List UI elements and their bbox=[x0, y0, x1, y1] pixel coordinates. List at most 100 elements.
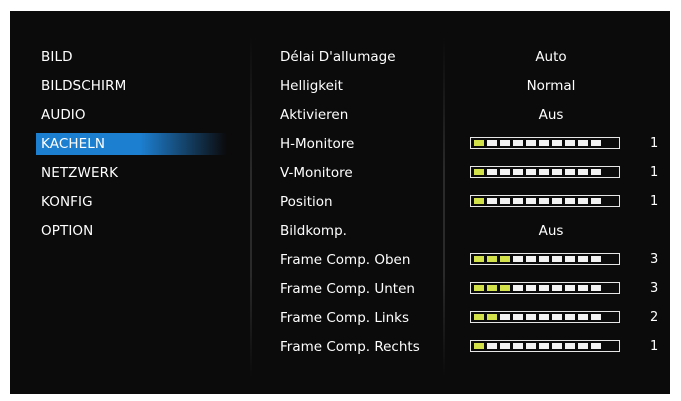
level-slider[interactable] bbox=[470, 166, 620, 178]
slider-segment bbox=[591, 285, 601, 291]
slider-segment bbox=[552, 256, 562, 262]
slider-segment-active bbox=[474, 314, 484, 320]
slider-segment bbox=[539, 198, 549, 204]
level-slider[interactable] bbox=[470, 282, 620, 294]
setting-value[interactable]: Aus bbox=[480, 220, 622, 242]
level-slider[interactable] bbox=[470, 340, 620, 352]
setting-label: Aktivieren bbox=[280, 107, 349, 123]
slider-segment bbox=[539, 314, 549, 320]
slider-segment bbox=[539, 285, 549, 291]
slider-segment bbox=[578, 314, 588, 320]
slider-segment bbox=[513, 285, 523, 291]
setting-label: Helligkeit bbox=[280, 78, 343, 94]
menu-item-konfig[interactable]: KONFIG bbox=[36, 191, 226, 213]
slider-segment bbox=[565, 314, 575, 320]
slider-segment-active bbox=[500, 285, 510, 291]
slider-segment bbox=[513, 256, 523, 262]
slider-segment-active bbox=[474, 285, 484, 291]
slider-segment bbox=[500, 343, 510, 349]
menu-item-bild[interactable]: BILD bbox=[36, 46, 226, 68]
menu-item-audio[interactable]: AUDIO bbox=[36, 104, 226, 126]
slider-segment-active bbox=[474, 140, 484, 146]
setting-value[interactable]: Auto bbox=[480, 46, 622, 68]
setting-value[interactable]: Normal bbox=[480, 75, 622, 97]
slider-segment bbox=[565, 198, 575, 204]
level-value: 1 bbox=[650, 136, 659, 151]
slider-segment bbox=[539, 169, 549, 175]
slider-segment bbox=[487, 169, 497, 175]
level-value: 3 bbox=[650, 252, 659, 267]
slider-segment bbox=[591, 256, 601, 262]
slider-segment bbox=[565, 169, 575, 175]
slider-segment bbox=[526, 314, 536, 320]
slider-segment bbox=[513, 169, 523, 175]
setting-row-h-monitore[interactable]: H-Monitore 1 bbox=[280, 133, 670, 155]
slider-segment bbox=[526, 256, 536, 262]
setting-row-helligkeit[interactable]: Helligkeit Normal bbox=[280, 75, 670, 97]
slider-segment bbox=[487, 343, 497, 349]
slider-segment bbox=[487, 198, 497, 204]
slider-segment bbox=[565, 285, 575, 291]
slider-segment bbox=[500, 314, 510, 320]
level-value: 2 bbox=[650, 310, 659, 325]
menu-item-kacheln[interactable]: KACHELN bbox=[36, 133, 226, 155]
setting-label: Frame Comp. Oben bbox=[280, 252, 411, 268]
setting-row-frame-comp-links[interactable]: Frame Comp. Links 2 bbox=[280, 307, 670, 329]
slider-segment bbox=[578, 285, 588, 291]
slider-segment bbox=[591, 169, 601, 175]
main-menu: BILD BILDSCHIRM AUDIO KACHELN NETZWERK K… bbox=[36, 46, 226, 249]
slider-segment-active bbox=[474, 169, 484, 175]
level-slider[interactable] bbox=[470, 137, 620, 149]
level-slider[interactable] bbox=[470, 253, 620, 265]
setting-row-v-monitore[interactable]: V-Monitore 1 bbox=[280, 162, 670, 184]
slider-segment-active bbox=[474, 198, 484, 204]
slider-segment bbox=[500, 198, 510, 204]
slider-segment bbox=[526, 169, 536, 175]
slider-segment bbox=[591, 140, 601, 146]
setting-row-frame-comp-rechts[interactable]: Frame Comp. Rechts 1 bbox=[280, 336, 670, 358]
slider-segment bbox=[552, 140, 562, 146]
slider-segment-active bbox=[487, 314, 497, 320]
slider-segment bbox=[565, 256, 575, 262]
menu-item-bildschirm[interactable]: BILDSCHIRM bbox=[36, 75, 226, 97]
setting-value[interactable]: Aus bbox=[480, 104, 622, 126]
menu-item-option[interactable]: OPTION bbox=[36, 220, 226, 242]
slider-segment-active bbox=[474, 343, 484, 349]
level-value: 3 bbox=[650, 281, 659, 296]
settings-panel: Délai D'allumage Auto Helligkeit Normal … bbox=[280, 46, 670, 365]
setting-row-delai[interactable]: Délai D'allumage Auto bbox=[280, 46, 670, 68]
slider-segment bbox=[591, 343, 601, 349]
setting-label: H-Monitore bbox=[280, 136, 355, 152]
slider-segment bbox=[565, 343, 575, 349]
slider-segment bbox=[526, 140, 536, 146]
slider-segment bbox=[552, 169, 562, 175]
setting-row-frame-comp-unten[interactable]: Frame Comp. Unten 3 bbox=[280, 278, 670, 300]
level-slider[interactable] bbox=[470, 195, 620, 207]
slider-segment bbox=[500, 169, 510, 175]
slider-segment bbox=[500, 140, 510, 146]
level-value: 1 bbox=[650, 339, 659, 354]
slider-segment bbox=[552, 198, 562, 204]
level-slider[interactable] bbox=[470, 311, 620, 323]
osd-screen: BILD BILDSCHIRM AUDIO KACHELN NETZWERK K… bbox=[10, 11, 670, 394]
setting-row-frame-comp-oben[interactable]: Frame Comp. Oben 3 bbox=[280, 249, 670, 271]
slider-segment-active bbox=[487, 285, 497, 291]
setting-label: Frame Comp. Rechts bbox=[280, 339, 420, 355]
setting-label: Frame Comp. Unten bbox=[280, 281, 415, 297]
slider-segment bbox=[552, 285, 562, 291]
setting-label: V-Monitore bbox=[280, 165, 353, 181]
slider-segment-active bbox=[474, 256, 484, 262]
slider-segment bbox=[526, 198, 536, 204]
column-divider bbox=[250, 37, 252, 377]
level-value: 1 bbox=[650, 194, 659, 209]
slider-segment bbox=[513, 343, 523, 349]
setting-row-bildkomp[interactable]: Bildkomp. Aus bbox=[280, 220, 670, 242]
setting-row-aktivieren[interactable]: Aktivieren Aus bbox=[280, 104, 670, 126]
slider-segment bbox=[578, 198, 588, 204]
slider-segment bbox=[539, 140, 549, 146]
menu-item-netzwerk[interactable]: NETZWERK bbox=[36, 162, 226, 184]
setting-row-position[interactable]: Position 1 bbox=[280, 191, 670, 213]
slider-segment bbox=[552, 314, 562, 320]
slider-segment bbox=[526, 285, 536, 291]
slider-segment bbox=[565, 140, 575, 146]
